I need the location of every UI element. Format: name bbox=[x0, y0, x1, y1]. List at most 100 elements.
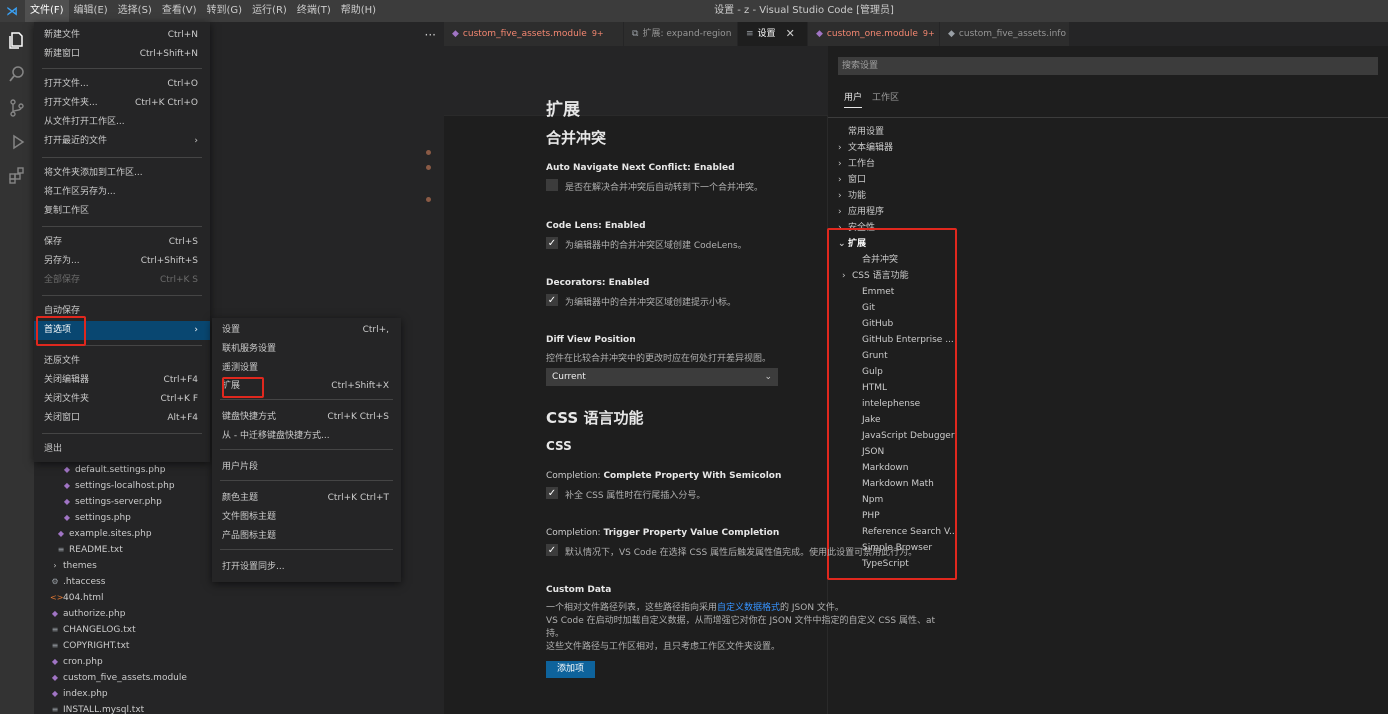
menu-help[interactable]: 帮助(H) bbox=[336, 0, 381, 22]
pref-menu-item[interactable]: 设置 Ctrl+, bbox=[212, 321, 401, 340]
tree-item-label: settings-server.php bbox=[75, 497, 162, 507]
source-control-icon[interactable] bbox=[7, 98, 27, 118]
tree-item[interactable]: <>404.html bbox=[34, 590, 444, 606]
file-menu-item[interactable]: 复制工作区 bbox=[34, 202, 210, 221]
menu-go[interactable]: 转到(G) bbox=[202, 0, 248, 22]
extensions-icon[interactable] bbox=[7, 166, 27, 186]
menu-view[interactable]: 查看(V) bbox=[157, 0, 202, 22]
search-icon[interactable] bbox=[7, 64, 27, 84]
diff-view-position-select[interactable]: Current ⌄ bbox=[546, 368, 778, 386]
menu-item-label: 还原文件 bbox=[44, 356, 81, 366]
menu-item-shortcut: Ctrl+Shift+N bbox=[139, 49, 198, 59]
menu-item-label: 自动保存 bbox=[44, 306, 81, 316]
menu-item-label: 打开最近的文件 bbox=[44, 136, 108, 146]
pref-menu-item[interactable]: 键盘快捷方式 Ctrl+K Ctrl+S bbox=[212, 408, 401, 427]
pref-menu-item[interactable]: 产品图标主题 bbox=[212, 527, 401, 546]
pref-menu-item[interactable]: 颜色主题 Ctrl+K Ctrl+T bbox=[212, 489, 401, 508]
pref-menu-item[interactable]: 联机服务设置 bbox=[212, 340, 401, 359]
php-icon: ◆ bbox=[51, 657, 59, 666]
pref-menu-item[interactable]: 文件图标主题 bbox=[212, 508, 401, 527]
file-menu-item[interactable]: 全部保存 Ctrl+K S bbox=[34, 271, 210, 290]
tab-workspace[interactable]: 工作区 bbox=[872, 90, 899, 108]
toc-item[interactable]: › 应用程序 bbox=[838, 204, 966, 220]
files-icon[interactable] bbox=[7, 30, 27, 50]
tree-item[interactable]: ≡ INSTALL.mysql.txt bbox=[34, 702, 444, 714]
setting-label: Decorators: bbox=[546, 278, 609, 288]
file-menu-item[interactable]: 保存 Ctrl+S bbox=[34, 233, 210, 252]
file-menu-item[interactable]: 还原文件 bbox=[34, 352, 210, 371]
file-menu-item[interactable]: 退出 bbox=[34, 440, 210, 459]
menu-edit[interactable]: 编辑(E) bbox=[69, 0, 113, 22]
run-debug-icon[interactable] bbox=[7, 132, 27, 152]
setting-diff-view: Diff View Position bbox=[546, 335, 636, 345]
tree-item[interactable]: ◆ cron.php bbox=[34, 654, 444, 670]
pref-menu-item[interactable]: 从 - 中迁移键盘快捷方式... bbox=[212, 427, 401, 446]
tree-item[interactable]: ≡ COPYRIGHT.txt bbox=[34, 638, 444, 654]
toc-item[interactable]: › 功能 bbox=[838, 188, 966, 204]
toc-item[interactable]: › 文本编辑器 bbox=[838, 140, 966, 156]
more-actions-icon[interactable]: ··· bbox=[425, 28, 436, 42]
menu-divider bbox=[42, 226, 202, 227]
tree-item[interactable]: ◆ index.php bbox=[34, 686, 444, 702]
file-menu-item[interactable]: 关闭文件夹 Ctrl+K F bbox=[34, 390, 210, 409]
editor-tab[interactable]: ◆ custom_one.module 9+ bbox=[808, 22, 940, 46]
menu-terminal[interactable]: 终端(T) bbox=[292, 0, 336, 22]
editor-tab[interactable]: ◆ custom_five_assets.module 9+ bbox=[444, 22, 624, 46]
editor-toolbar bbox=[444, 46, 828, 116]
menu-item-shortcut: Ctrl+K S bbox=[159, 275, 198, 285]
file-menu-item[interactable]: 新建窗口 Ctrl+Shift+N bbox=[34, 45, 210, 64]
menu-item-label: 关闭窗口 bbox=[44, 413, 81, 423]
menu-run[interactable]: 运行(R) bbox=[247, 0, 292, 22]
pref-menu-item[interactable]: 用户片段 bbox=[212, 458, 401, 477]
pref-menu-item[interactable]: 打开设置同步... bbox=[212, 558, 401, 577]
settings-search-input[interactable]: 搜索设置 bbox=[838, 57, 1378, 75]
toc-item[interactable]: 常用设置 bbox=[838, 124, 966, 140]
complete-semicolon-checkbox[interactable]: ✓ bbox=[546, 487, 558, 499]
tab-user[interactable]: 用户 bbox=[844, 90, 863, 108]
tree-item[interactable]: ◆ authorize.php bbox=[34, 606, 444, 622]
editor-tab[interactable]: ◆ custom_five_assets.info bbox=[940, 22, 1070, 46]
file-menu-item[interactable]: 将工作区另存为... bbox=[34, 183, 210, 202]
close-icon[interactable]: ✕ bbox=[786, 22, 795, 46]
trigger-completion-checkbox[interactable]: ✓ bbox=[546, 544, 558, 556]
file-menu-item[interactable]: 另存为... Ctrl+Shift+S bbox=[34, 252, 210, 271]
custom-data-format-link[interactable]: 自定义数据格式 bbox=[717, 603, 780, 613]
pref-menu-item[interactable]: 遥测设置 bbox=[212, 359, 401, 378]
menu-item-label: 打开文件夹... bbox=[44, 98, 98, 108]
decorators-checkbox[interactable]: ✓ bbox=[546, 294, 558, 306]
code-lens-checkbox[interactable]: ✓ bbox=[546, 237, 558, 249]
toc-item[interactable]: › 窗口 bbox=[838, 172, 966, 188]
menu-item-label: 用户片段 bbox=[222, 462, 259, 472]
editor-tab[interactable]: ⧉ 扩展: expand-region bbox=[624, 22, 738, 46]
file-menu-item[interactable]: 关闭窗口 Alt+F4 bbox=[34, 409, 210, 428]
setting-completion-semicolon: Completion: Complete Property With Semic… bbox=[546, 471, 781, 481]
auto-navigate-checkbox[interactable] bbox=[546, 179, 558, 191]
tab-label: 设置 bbox=[757, 29, 776, 39]
file-menu-item[interactable]: 从文件打开工作区... bbox=[34, 113, 210, 132]
highlight-box bbox=[36, 316, 86, 346]
file-menu-item[interactable]: 打开文件... Ctrl+O bbox=[34, 75, 210, 94]
activity-bar bbox=[0, 22, 34, 714]
chevron-right-icon: › bbox=[838, 207, 842, 217]
file-menu-item[interactable]: 将文件夹添加到工作区... bbox=[34, 164, 210, 183]
tree-item-label: 404.html bbox=[63, 593, 104, 603]
tree-item[interactable]: ◆ custom_five_assets.module bbox=[34, 670, 444, 686]
editor-tab[interactable]: ≡ 设置 ✕ bbox=[738, 22, 808, 46]
menu-item-label: 文件图标主题 bbox=[222, 512, 277, 522]
tree-item-label: cron.php bbox=[63, 657, 103, 667]
menu-divider bbox=[220, 449, 393, 450]
file-menu-item[interactable]: 新建文件 Ctrl+N bbox=[34, 26, 210, 45]
menu-item-shortcut: Ctrl+S bbox=[168, 237, 198, 247]
file-menu-item[interactable]: 打开文件夹... Ctrl+K Ctrl+O bbox=[34, 94, 210, 113]
tree-item[interactable]: ≡ CHANGELOG.txt bbox=[34, 622, 444, 638]
tree-item-label: .htaccess bbox=[63, 577, 106, 587]
menu-file[interactable]: 文件(F) bbox=[25, 0, 69, 22]
file-menu-item[interactable]: 关闭编辑器 Ctrl+F4 bbox=[34, 371, 210, 390]
file-menu-item[interactable]: 打开最近的文件 › bbox=[34, 132, 210, 151]
menu-selection[interactable]: 选择(S) bbox=[113, 0, 157, 22]
add-item-button[interactable]: 添加项 bbox=[546, 661, 596, 678]
toc-item-label: 文本编辑器 bbox=[848, 143, 894, 153]
toc-item[interactable]: › 工作台 bbox=[838, 156, 966, 172]
toc-item-label: 功能 bbox=[848, 191, 867, 201]
settings-scope-tabs: 用户 工作区 bbox=[844, 90, 899, 108]
